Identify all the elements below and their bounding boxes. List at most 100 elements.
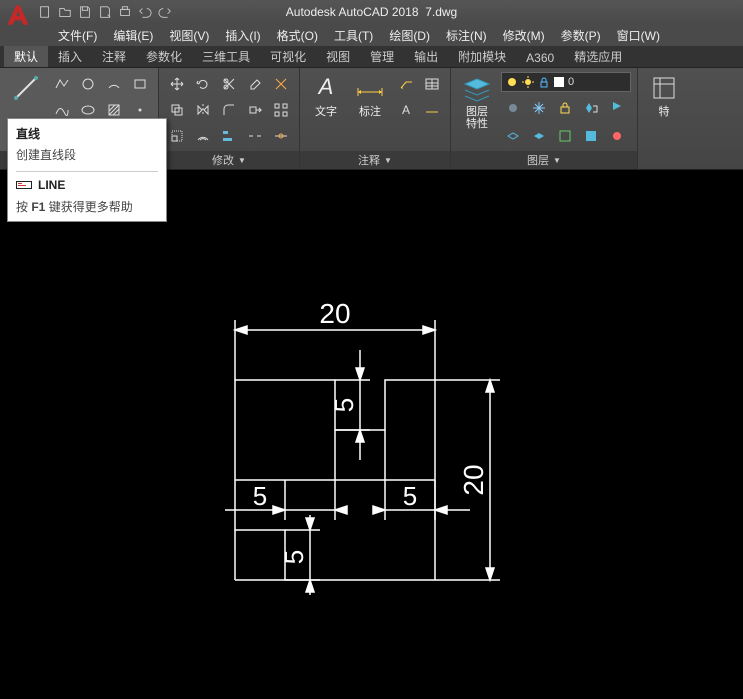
explode-icon[interactable]: [269, 72, 293, 96]
tab-insert[interactable]: 插入: [48, 46, 92, 67]
layer-dropdown[interactable]: 0: [501, 72, 631, 92]
line-icon: [10, 72, 42, 104]
properties-button[interactable]: 特: [644, 72, 684, 118]
title-bar: Autodesk AutoCAD 2018 7.dwg: [0, 0, 743, 24]
menu-insert[interactable]: 插入(I): [217, 24, 268, 46]
tooltip-line: 直线 创建直线段 LINE 按 F1 键获得更多帮助: [7, 118, 167, 222]
layer-properties-button[interactable]: 图层 特性: [457, 72, 497, 130]
tab-parametric[interactable]: 参数化: [136, 46, 192, 67]
menu-format[interactable]: 格式(O): [269, 24, 326, 46]
layer-properties-icon: [461, 72, 493, 104]
tooltip-command: LINE: [16, 171, 158, 192]
tab-featured[interactable]: 精选应用: [564, 46, 632, 67]
fillet-icon[interactable]: [217, 98, 241, 122]
text-icon: A: [310, 72, 342, 104]
qat-undo[interactable]: [136, 3, 154, 21]
app-logo: [4, 2, 32, 30]
dim-right: 20: [458, 464, 489, 495]
layer-lock-icon[interactable]: [553, 96, 577, 120]
rotate-icon[interactable]: [191, 72, 215, 96]
menu-tools[interactable]: 工具(T): [326, 24, 381, 46]
panel-annotate-title[interactable]: 注释▼: [300, 151, 450, 169]
align-icon[interactable]: [217, 124, 241, 148]
qat-save[interactable]: [76, 3, 94, 21]
dim-step-height: 5: [279, 550, 309, 564]
quick-access-toolbar: [36, 3, 174, 21]
layer-iso-icon[interactable]: [501, 124, 525, 148]
tooltip-title: 直线: [16, 125, 158, 142]
layer-prop-label: 图层 特性: [466, 106, 488, 130]
stretch-icon[interactable]: [243, 98, 267, 122]
dim-notch-left: 5: [253, 481, 267, 511]
layer-match-icon[interactable]: [579, 96, 603, 120]
svg-text:A: A: [402, 103, 410, 117]
menu-view[interactable]: 视图(V): [161, 24, 217, 46]
layer-make-icon[interactable]: [553, 124, 577, 148]
ribbon-tabs: 默认 插入 注释 参数化 三维工具 可视化 视图 管理 输出 附加模块 A360…: [0, 46, 743, 68]
qat-saveas[interactable]: [96, 3, 114, 21]
annotate-tools-grid: A: [394, 72, 444, 122]
layer-state-icon[interactable]: [579, 124, 603, 148]
menu-modify[interactable]: 修改(M): [495, 24, 553, 46]
window-title: Autodesk AutoCAD 2018 7.dwg: [286, 5, 457, 19]
break-icon[interactable]: [243, 124, 267, 148]
panel-annotate: A 文字 标注 A 注释▼: [300, 68, 451, 169]
qat-redo[interactable]: [156, 3, 174, 21]
tab-default[interactable]: 默认: [4, 46, 48, 67]
dim-notch-right: 5: [403, 481, 417, 511]
svg-text:A: A: [317, 74, 334, 99]
menu-dimension[interactable]: 标注(N): [438, 24, 495, 46]
copy-icon[interactable]: [165, 98, 189, 122]
tab-a360[interactable]: A360: [516, 49, 564, 67]
menu-edit[interactable]: 编辑(E): [105, 24, 161, 46]
panel-layers-title[interactable]: 图层▼: [451, 151, 637, 169]
rectangle-icon[interactable]: [128, 72, 152, 96]
menu-window[interactable]: 窗口(W): [609, 24, 668, 46]
leader-icon[interactable]: [394, 72, 418, 96]
move-icon[interactable]: [165, 72, 189, 96]
modify-tools-grid: [165, 72, 293, 148]
table-icon[interactable]: [420, 72, 444, 96]
tab-manage[interactable]: 管理: [360, 46, 404, 67]
layer-walk-icon[interactable]: [605, 124, 629, 148]
tab-annotate[interactable]: 注释: [92, 46, 136, 67]
join-icon[interactable]: [269, 124, 293, 148]
tab-addins[interactable]: 附加模块: [448, 46, 516, 67]
command-icon: [16, 179, 32, 191]
panel-layers: 图层 特性 0: [451, 68, 638, 169]
offset-icon[interactable]: [191, 124, 215, 148]
tab-output[interactable]: 输出: [404, 46, 448, 67]
array-icon[interactable]: [269, 98, 293, 122]
qat-plot[interactable]: [116, 3, 134, 21]
dimension-button[interactable]: 标注: [350, 72, 390, 118]
layer-uniso-icon[interactable]: [527, 124, 551, 148]
layer-freeze-icon[interactable]: [527, 96, 551, 120]
line-button[interactable]: [6, 72, 46, 104]
dimension-icon: [354, 72, 386, 104]
menu-draw[interactable]: 绘图(D): [381, 24, 438, 46]
trim-icon[interactable]: [217, 72, 241, 96]
bulb-icon: [506, 76, 518, 88]
tab-view[interactable]: 视图: [316, 46, 360, 67]
dim-linear-icon[interactable]: [420, 98, 444, 122]
mirror-icon[interactable]: [191, 98, 215, 122]
qat-new[interactable]: [36, 3, 54, 21]
dim-top: 20: [319, 298, 350, 329]
panel-modify-title[interactable]: 修改▼: [159, 151, 299, 169]
drawing-canvas[interactable]: 20 20 5: [0, 170, 743, 694]
circle-icon[interactable]: [76, 72, 100, 96]
properties-icon: [648, 72, 680, 104]
scale-icon[interactable]: [165, 124, 189, 148]
menu-file[interactable]: 文件(F): [50, 24, 105, 46]
tab-3dtools[interactable]: 三维工具: [192, 46, 260, 67]
layer-off-icon[interactable]: [501, 96, 525, 120]
polyline-icon[interactable]: [50, 72, 74, 96]
tab-visualize[interactable]: 可视化: [260, 46, 316, 67]
layer-previous-icon[interactable]: [605, 96, 629, 120]
erase-icon[interactable]: [243, 72, 267, 96]
text-button[interactable]: A 文字: [306, 72, 346, 118]
menu-parametric[interactable]: 参数(P): [553, 24, 609, 46]
arc-icon[interactable]: [102, 72, 126, 96]
mtext-icon[interactable]: A: [394, 98, 418, 122]
qat-open[interactable]: [56, 3, 74, 21]
